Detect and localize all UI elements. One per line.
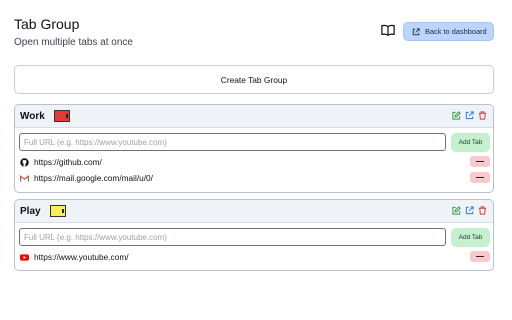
page-subtitle: Open multiple tabs at once: [14, 37, 133, 48]
trash-icon[interactable]: [478, 206, 487, 215]
open-external-icon[interactable]: [465, 206, 474, 215]
tab-group-work: Work Add Tab https://github.com/: [14, 104, 494, 193]
url-input[interactable]: [19, 228, 446, 246]
github-icon: [20, 157, 29, 167]
add-tab-button[interactable]: Add Tab: [451, 133, 490, 152]
tab-url[interactable]: https://github.com/: [34, 157, 102, 167]
trash-icon[interactable]: [478, 111, 487, 120]
back-to-dashboard-button[interactable]: Back to dashboard: [403, 22, 494, 41]
url-input[interactable]: [19, 133, 446, 151]
page-title: Tab Group: [14, 16, 80, 32]
gmail-icon: [20, 174, 29, 182]
group-name: Work: [20, 110, 45, 122]
group-color-swatch[interactable]: [49, 205, 66, 217]
remove-tab-button[interactable]: [470, 251, 490, 262]
back-to-dashboard-label: Back to dashboard: [425, 27, 487, 36]
remove-tab-button[interactable]: [470, 156, 490, 167]
group-header: Play: [15, 200, 493, 223]
tab-item: https://mail.google.com/mail/u/0/: [15, 170, 493, 186]
tab-item: https://www.youtube.com/: [15, 249, 493, 265]
minus-icon: [476, 176, 484, 179]
page-header: Tab Group Open multiple tabs at once: [14, 16, 133, 48]
group-header: Work: [15, 105, 493, 128]
tab-item: https://github.com/: [15, 154, 493, 170]
edit-icon[interactable]: [452, 206, 461, 215]
youtube-icon: [20, 253, 29, 261]
edit-icon[interactable]: [452, 111, 461, 120]
book-open-icon[interactable]: [381, 24, 395, 36]
group-name: Play: [20, 205, 41, 217]
minus-icon: [476, 255, 484, 258]
add-tab-button[interactable]: Add Tab: [451, 228, 490, 247]
create-tab-group-button[interactable]: Create Tab Group: [14, 65, 494, 94]
tab-url[interactable]: https://www.youtube.com/: [34, 252, 129, 262]
external-link-icon: [412, 27, 420, 35]
open-external-icon[interactable]: [465, 111, 474, 120]
group-color-swatch[interactable]: [53, 110, 70, 122]
tab-url[interactable]: https://mail.google.com/mail/u/0/: [34, 173, 153, 183]
tab-group-play: Play Add Tab https://www.youtube.com/: [14, 199, 494, 271]
minus-icon: [476, 160, 484, 163]
remove-tab-button[interactable]: [470, 172, 490, 183]
